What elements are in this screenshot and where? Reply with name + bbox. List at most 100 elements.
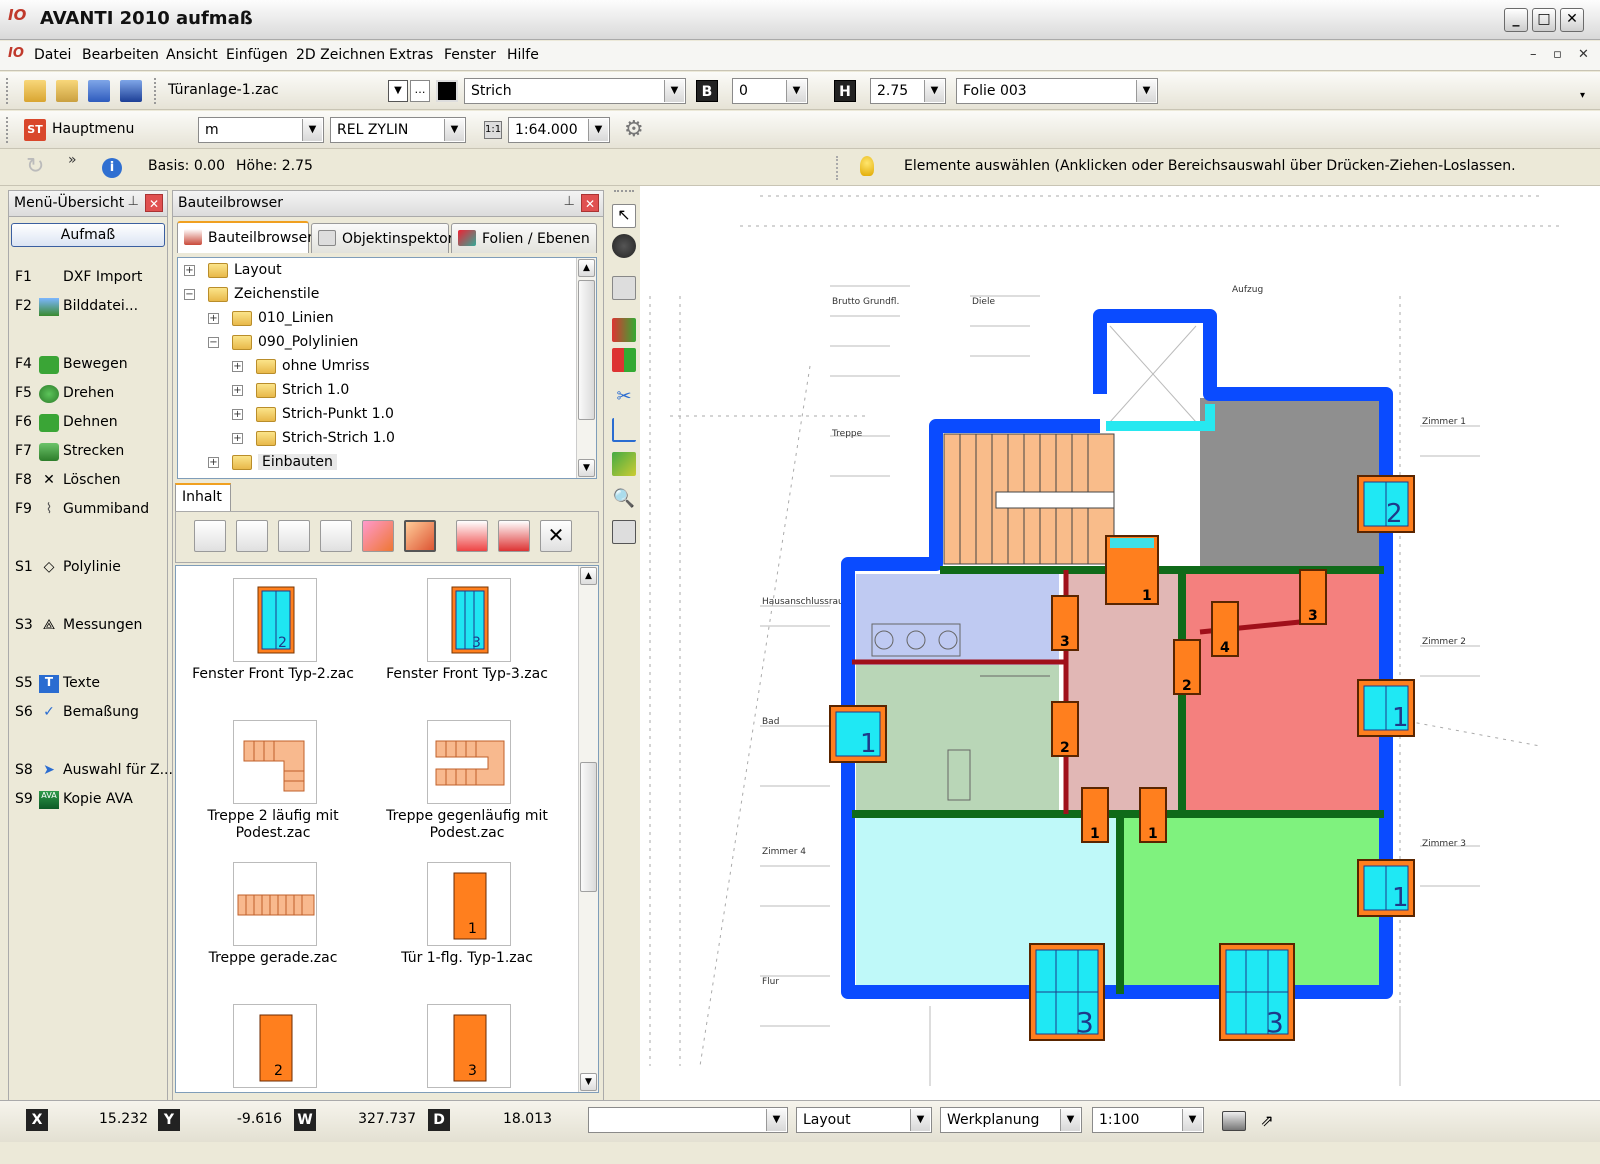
skey-s8[interactable]: S8 ➤ Auswahl für Z... — [15, 760, 173, 782]
folder-up-icon[interactable] — [456, 520, 488, 552]
chevron-down-icon[interactable]: ▼ — [1060, 1109, 1080, 1131]
tree-item-layout[interactable]: + Layout — [182, 260, 562, 282]
mode-combo[interactable]: REL ZYLIN ▼ — [330, 117, 466, 143]
tree-scrollbar[interactable]: ▲ ▼ — [576, 258, 596, 478]
toolbar-grip[interactable] — [6, 78, 10, 104]
door-1b[interactable]: 1 — [1139, 787, 1167, 843]
skey-s6[interactable]: S6 ✓ Bemaßung — [15, 702, 165, 724]
door-3a[interactable]: 3 — [1051, 595, 1079, 651]
scroll-down-icon[interactable]: ▼ — [580, 1073, 597, 1091]
skey-s3[interactable]: S3 ⟁ Messungen — [15, 615, 165, 637]
menu-hilfe[interactable]: Hilfe — [507, 47, 539, 63]
pin-icon[interactable]: ⊥ — [564, 194, 575, 209]
tab-inhalt[interactable]: Inhalt — [175, 483, 231, 511]
floor-plan[interactable]: Brutto Grundfl. Diele Aufzug Treppe Zimm… — [640, 186, 1600, 1100]
layout-combo[interactable]: Layout ▼ — [796, 1107, 932, 1133]
scroll-down-icon[interactable]: ▼ — [578, 459, 595, 477]
scroll-up-icon[interactable]: ▲ — [580, 567, 597, 585]
file-browse-button[interactable]: … — [410, 80, 430, 102]
door-1a[interactable]: 1 — [1081, 787, 1109, 843]
view-thumbnails-icon[interactable] — [404, 520, 436, 552]
file-dropdown-button[interactable]: ▼ — [388, 80, 408, 102]
fkey-f5[interactable]: F5 Drehen — [15, 383, 165, 405]
tree-item-strich-strich[interactable]: + Strich-Strich 1.0 — [230, 428, 560, 450]
save-icon[interactable] — [88, 80, 110, 102]
minimize-button[interactable]: _ — [1504, 8, 1528, 32]
view-details-icon[interactable] — [278, 520, 310, 552]
mdi-minimize-button[interactable]: – — [1530, 47, 1537, 62]
expand-icon[interactable]: + — [232, 409, 243, 420]
st-icon[interactable]: ST — [24, 119, 46, 141]
window-bottom-right[interactable]: 3 — [1219, 943, 1295, 1041]
content-scrollbar[interactable]: ▲ ▼ — [578, 566, 598, 1092]
trim-icon[interactable]: ✂ — [612, 386, 636, 410]
toolbar-grip[interactable] — [6, 117, 10, 143]
door-4[interactable]: 4 — [1211, 601, 1239, 657]
scale-icon[interactable]: 1:1 — [484, 121, 502, 139]
info-icon[interactable]: i — [102, 158, 122, 178]
chevron-down-icon[interactable]: ▼ — [924, 80, 944, 102]
menu-datei[interactable]: Datei — [34, 47, 71, 63]
tree-item-strich-punkt[interactable]: + Strich-Punkt 1.0 — [230, 404, 560, 426]
menu-bearbeiten[interactable]: Bearbeiten — [82, 47, 159, 63]
door-2b[interactable]: 2 — [1051, 701, 1079, 757]
chevron-down-icon[interactable]: ▼ — [444, 119, 464, 141]
window-left[interactable]: 1 — [829, 705, 887, 763]
open-folder-icon[interactable] — [24, 80, 46, 102]
open-file-icon[interactable] — [56, 80, 78, 102]
view-large-icons-icon[interactable] — [194, 520, 226, 552]
menu-fenster[interactable]: Fenster — [444, 47, 496, 63]
fkey-f8[interactable]: F8 ✕ Löschen — [15, 470, 165, 492]
component-item[interactable]: 3 — [372, 996, 562, 1092]
pan-icon[interactable] — [612, 234, 636, 258]
print-icon[interactable] — [1222, 1111, 1246, 1131]
settings-gear-icon[interactable]: ⚙ — [624, 117, 644, 142]
toolbar-overflow-icon[interactable]: ▾ — [1580, 90, 1585, 101]
save-as-icon[interactable] — [120, 80, 142, 102]
tab-bauteilbrowser[interactable]: Bauteilbrowser — [177, 221, 313, 253]
close-button[interactable]: ✕ — [1560, 8, 1584, 32]
angle-icon[interactable] — [612, 418, 636, 442]
door-2a[interactable]: 2 — [1173, 639, 1201, 695]
fkey-f4[interactable]: F4 Bewegen — [15, 354, 165, 376]
tree-item-ohne-umriss[interactable]: + ohne Umriss — [230, 356, 560, 378]
wall-tool-icon[interactable] — [612, 318, 636, 342]
mdi-restore-button[interactable]: ▫ — [1553, 47, 1562, 62]
expand-icon[interactable]: + — [232, 433, 243, 444]
expand-icon[interactable]: + — [208, 457, 219, 468]
skey-s9[interactable]: S9 AVA Kopie AVA — [15, 789, 165, 811]
scroll-thumb[interactable] — [578, 280, 595, 420]
view-preview-icon[interactable] — [362, 520, 394, 552]
close-icon[interactable]: ✕ — [581, 194, 599, 212]
expand-icon[interactable]: + — [208, 313, 219, 324]
new-folder-icon[interactable] — [498, 520, 530, 552]
expand-icon[interactable]: + — [232, 385, 243, 396]
b-combo[interactable]: 0 ▼ — [732, 78, 808, 104]
menu-einfuegen[interactable]: Einfügen — [226, 47, 288, 63]
zoom-window-icon[interactable] — [612, 520, 636, 544]
chevron-down-icon[interactable]: ▼ — [1136, 80, 1156, 102]
double-chevron-icon[interactable]: » — [68, 152, 77, 168]
menu-2d-zeichnen[interactable]: 2D Zeichnen — [296, 47, 385, 63]
select-area-icon[interactable] — [612, 276, 636, 300]
menu-extras[interactable]: Extras — [389, 47, 433, 63]
fill-icon[interactable] — [612, 452, 636, 476]
aufmass-button[interactable]: Aufmaß — [11, 223, 165, 247]
layer-combo[interactable]: Folie 003 ▼ — [956, 78, 1158, 104]
scroll-up-icon[interactable]: ▲ — [578, 259, 595, 277]
chevron-down-icon[interactable]: ▼ — [910, 1109, 930, 1131]
chevron-down-icon[interactable]: ▼ — [588, 119, 608, 141]
fkey-f2[interactable]: F2 Bilddatei... — [15, 296, 165, 318]
view-list-icon[interactable] — [236, 520, 268, 552]
component-item[interactable]: Treppe gegenläufig mit Podest.zac — [372, 712, 562, 852]
toolbar-grip[interactable] — [614, 190, 634, 194]
collapse-icon[interactable]: − — [208, 337, 219, 348]
pin-icon[interactable]: ⊥ — [128, 194, 139, 209]
fkey-f9[interactable]: F9 ⌇ Gummiband — [15, 499, 165, 521]
close-icon[interactable]: ✕ — [145, 194, 163, 212]
column-tool-icon[interactable] — [612, 348, 636, 372]
delete-icon[interactable]: ✕ — [540, 520, 572, 552]
view-table-icon[interactable] — [320, 520, 352, 552]
linetype-combo[interactable]: Strich ▼ — [464, 78, 686, 104]
tree-item-einbauten[interactable]: + Einbauten — [206, 452, 566, 474]
